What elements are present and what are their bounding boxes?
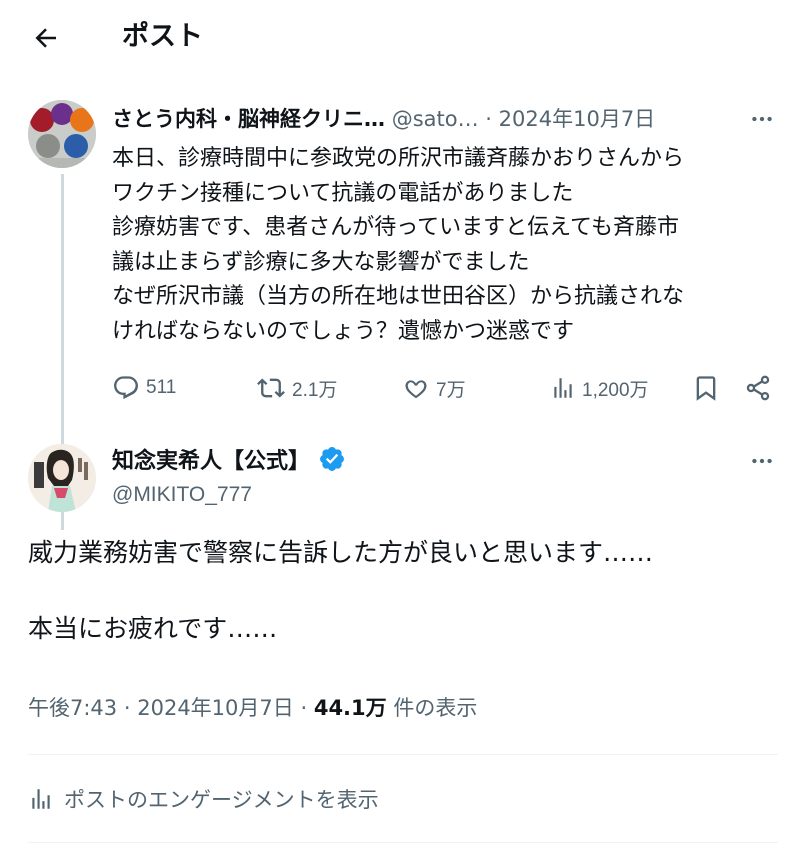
more-button[interactable] — [744, 104, 780, 134]
separator: · — [300, 696, 308, 720]
post-date[interactable]: 2024年10月7日 — [499, 107, 656, 131]
divider — [28, 842, 778, 843]
reply-button[interactable]: 511 — [112, 366, 176, 410]
like-button[interactable]: 7万 — [402, 366, 466, 410]
post-date[interactable]: 2024年10月7日 — [137, 696, 294, 720]
engagements-label: ポストのエンゲージメントを表示 — [64, 788, 379, 812]
divider — [28, 754, 778, 755]
bookmark-button[interactable] — [692, 366, 720, 410]
top-bar: ポスト — [0, 0, 806, 76]
view-count: 1,200万 — [582, 379, 649, 401]
bookmark-icon — [696, 376, 716, 401]
post-metadata: 午後7:43 · 2024年10月7日 · 44.1万 件の表示 — [28, 690, 477, 726]
like-count: 7万 — [436, 379, 466, 401]
back-button[interactable] — [24, 18, 68, 58]
repost-count: 2.1万 — [292, 379, 338, 401]
post-time[interactable]: 午後7:43 — [28, 696, 117, 720]
avatar-image — [28, 444, 96, 512]
author-name[interactable]: 知念実希人【公式】 — [112, 443, 310, 475]
post-text: 本日、診療時間中に参政党の所沢市議斉藤かおりさんから ワクチン接種について抗議の… — [112, 146, 685, 344]
more-horizontal-icon — [752, 458, 772, 464]
avatar[interactable] — [28, 100, 96, 168]
avatar[interactable] — [28, 444, 96, 512]
avatar-image — [28, 100, 96, 168]
repost-icon — [257, 378, 285, 398]
more-horizontal-icon — [752, 116, 772, 122]
views-label: 件の表示 — [393, 696, 478, 720]
page-title: ポスト — [122, 21, 203, 52]
share-button[interactable] — [744, 366, 772, 410]
separator: · — [123, 696, 131, 720]
action-bar: 511 2.1万 7万 1,200万 — [108, 366, 788, 410]
author-name[interactable]: さとう内科・脳神経クリニ… — [112, 107, 385, 131]
author-handle[interactable]: @MIKITO_777 — [112, 480, 252, 510]
reply-icon — [114, 376, 138, 400]
repost-button[interactable]: 2.1万 — [256, 366, 337, 410]
share-icon — [746, 375, 770, 401]
post-text: 威力業務妨害で警察に告訴した方が良いと思います…… 本当にお疲れです…… — [28, 538, 654, 643]
more-button[interactable] — [744, 446, 780, 476]
separator: · — [485, 107, 492, 131]
main-post-header: 知念実希人【公式】 — [112, 442, 346, 476]
arrow-left-icon — [35, 28, 56, 48]
views-button[interactable]: 1,200万 — [550, 366, 649, 410]
analytics-icon — [554, 378, 572, 398]
author-handle[interactable]: @sato… — [392, 107, 479, 131]
heart-icon — [405, 380, 427, 399]
parent-post-header: さとう内科・脳神経クリニ… @sato… · 2024年10月7日 — [112, 104, 782, 134]
verified-badge-icon[interactable] — [318, 445, 346, 473]
reply-count: 511 — [146, 377, 177, 398]
view-engagements-button[interactable]: ポストのエンゲージメントを表示 — [28, 778, 379, 820]
views-count: 44.1万 — [313, 696, 387, 720]
analytics-icon — [32, 789, 50, 809]
